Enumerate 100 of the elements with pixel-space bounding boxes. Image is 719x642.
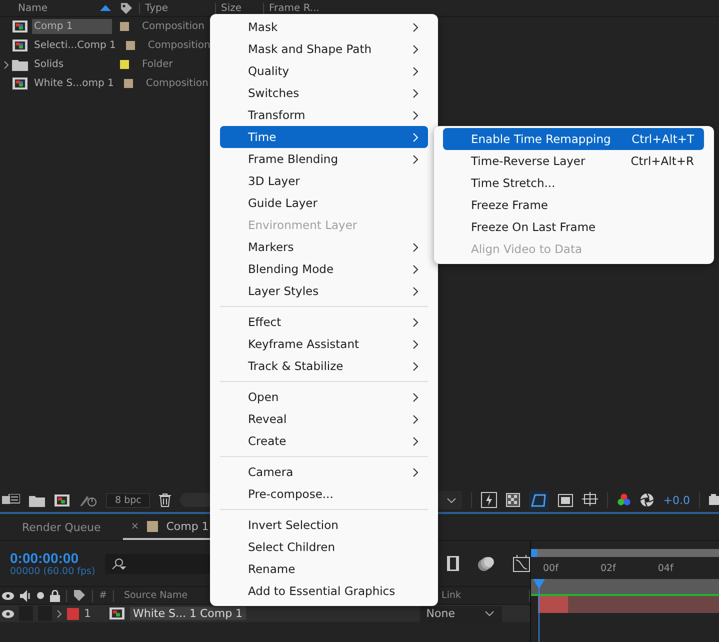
menu-item[interactable]: Freeze Frame bbox=[443, 194, 704, 216]
menu-item[interactable]: Time Stretch... bbox=[443, 172, 704, 194]
menu-item[interactable]: Time-Reverse Layer Ctrl+Alt+R bbox=[443, 150, 704, 172]
menu-item[interactable]: Reveal bbox=[220, 408, 428, 430]
menu-item[interactable]: Frame Blending bbox=[220, 148, 428, 170]
item-type: Composition bbox=[146, 78, 208, 89]
menu-item[interactable]: Keyframe Assistant bbox=[220, 333, 428, 355]
composition-icon[interactable] bbox=[54, 494, 70, 506]
chevron-right-icon bbox=[413, 286, 418, 296]
parent-link-dropdown[interactable]: None bbox=[420, 606, 502, 622]
caret-icon bbox=[447, 498, 456, 502]
chevron-right-icon bbox=[413, 340, 418, 348]
menu-item[interactable]: Mask and Shape Path bbox=[220, 38, 428, 60]
label-swatch[interactable] bbox=[124, 79, 133, 88]
chevron-right-icon bbox=[413, 242, 418, 252]
mask-visibility-button[interactable] bbox=[529, 490, 550, 510]
caret-icon bbox=[485, 611, 494, 616]
chevron-right-icon bbox=[413, 362, 418, 370]
menu-item[interactable]: Quality bbox=[220, 60, 428, 82]
menu-item[interactable]: Markers bbox=[220, 236, 428, 258]
chevron-right-icon bbox=[413, 66, 418, 76]
eye-icon[interactable] bbox=[2, 610, 14, 618]
layer-number: 1 bbox=[84, 607, 92, 620]
project-item[interactable]: Comp 1 bbox=[32, 19, 112, 34]
trash-icon[interactable] bbox=[159, 493, 172, 507]
chevron-right-icon bbox=[413, 468, 418, 476]
menu-item[interactable]: Blending Mode bbox=[220, 258, 428, 280]
menu-item[interactable]: Create bbox=[220, 430, 428, 452]
project-item[interactable]: Selecti...Comp 1 bbox=[32, 38, 118, 53]
menu-item[interactable]: Invert Selection bbox=[220, 514, 428, 536]
chevron-right-icon bbox=[413, 414, 418, 424]
chevron-right-icon bbox=[413, 436, 418, 446]
layer-name[interactable]: White S... 1 Comp 1 bbox=[130, 607, 246, 620]
film-icon[interactable] bbox=[447, 556, 459, 571]
column-header[interactable]: Source Name bbox=[124, 590, 188, 601]
time-ruler[interactable]: 00f 02f 04f bbox=[531, 557, 719, 579]
menu-item[interactable]: Track & Stabilize bbox=[220, 355, 428, 377]
fast-preview-icon[interactable] bbox=[481, 492, 498, 508]
menu-item[interactable]: Rename bbox=[220, 558, 428, 580]
work-area-bar[interactable] bbox=[531, 579, 719, 596]
menu-item[interactable]: Time bbox=[220, 126, 428, 148]
panel-tab[interactable]: Render Queue bbox=[0, 514, 123, 540]
tab-label[interactable]: Render Queue bbox=[22, 520, 101, 534]
chevron-right-icon bbox=[413, 264, 418, 274]
search-icon bbox=[111, 558, 127, 570]
menu-item[interactable]: Camera bbox=[220, 461, 428, 483]
menu-item[interactable]: Transform bbox=[220, 104, 428, 126]
graph-editor-icon[interactable] bbox=[513, 555, 530, 572]
frame-count: 00000 (60.00 fps) bbox=[10, 566, 96, 577]
menu-item[interactable]: Pre-compose... bbox=[220, 483, 428, 505]
aperture-icon[interactable] bbox=[640, 493, 654, 507]
project-item[interactable]: White S...omp 1 bbox=[32, 76, 116, 91]
transparency-grid-icon[interactable] bbox=[506, 493, 520, 507]
column-header[interactable]: Type bbox=[139, 2, 215, 14]
color-channels-icon[interactable] bbox=[617, 493, 632, 507]
item-type: Folder bbox=[142, 59, 173, 70]
column-header[interactable]: Name bbox=[0, 2, 100, 14]
grid-guides-icon[interactable] bbox=[582, 492, 598, 508]
tab-label[interactable]: Comp 1 bbox=[166, 520, 209, 532]
menu-item[interactable]: Add to Essential Graphics bbox=[220, 580, 428, 602]
menu-item[interactable]: 3D Layer bbox=[220, 170, 428, 192]
mask-path-icon bbox=[531, 492, 548, 508]
label-swatch[interactable] bbox=[120, 22, 129, 31]
menu-item[interactable]: Open bbox=[220, 386, 428, 408]
menu-item[interactable]: Mask bbox=[220, 16, 428, 38]
label-swatch[interactable] bbox=[120, 60, 129, 69]
exposure-value[interactable]: +0.0 bbox=[663, 494, 690, 506]
chevron-right-icon bbox=[413, 44, 418, 54]
close-tab-button[interactable]: × bbox=[130, 520, 140, 532]
sort-arrow-icon bbox=[100, 5, 111, 11]
folder-icon[interactable] bbox=[29, 494, 45, 506]
interpret-footage-icon[interactable] bbox=[2, 494, 20, 506]
speaker-icon bbox=[20, 590, 31, 602]
chevron-right-icon bbox=[413, 154, 418, 164]
menu-item[interactable]: Layer Styles bbox=[220, 280, 428, 302]
tag-icon bbox=[73, 589, 86, 602]
label-swatch[interactable] bbox=[67, 608, 79, 620]
menu-item[interactable]: Enable Time Remapping Ctrl+Alt+T bbox=[443, 128, 704, 150]
region-of-interest-icon[interactable] bbox=[558, 494, 574, 506]
current-time[interactable]: 0:00:00:00 bbox=[10, 550, 105, 566]
render-icon[interactable] bbox=[79, 493, 97, 507]
chevron-right-icon bbox=[413, 88, 418, 98]
menu-item[interactable]: Guide Layer bbox=[220, 192, 428, 214]
composition-icon bbox=[12, 39, 28, 52]
column-header[interactable]: # bbox=[99, 590, 107, 601]
chevron-right-icon bbox=[413, 110, 418, 120]
column-header[interactable]: Link bbox=[442, 590, 461, 601]
bit-depth-button[interactable]: 8 bpc bbox=[106, 492, 150, 508]
chevron-right-icon bbox=[413, 132, 418, 142]
ruler-label: 02f bbox=[600, 562, 616, 574]
ruler-label: 04f bbox=[658, 562, 674, 574]
menu-item[interactable]: Freeze On Last Frame bbox=[443, 216, 704, 238]
label-swatch[interactable] bbox=[126, 41, 135, 50]
project-item[interactable]: Solids bbox=[32, 57, 112, 72]
menu-item[interactable]: Effect bbox=[220, 311, 428, 333]
menu-item[interactable]: Select Children bbox=[220, 536, 428, 558]
composition-icon bbox=[12, 77, 28, 90]
menu-item[interactable]: Switches bbox=[220, 82, 428, 104]
camera-icon[interactable] bbox=[709, 494, 719, 506]
motion-blur-icon[interactable] bbox=[477, 556, 495, 572]
